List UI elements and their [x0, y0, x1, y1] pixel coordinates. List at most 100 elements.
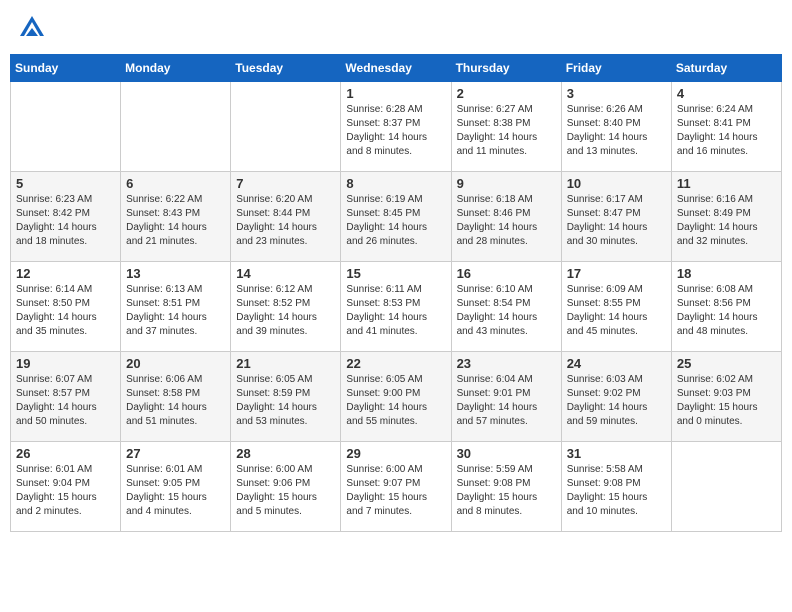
header-day-tuesday: Tuesday [231, 55, 341, 82]
day-cell: 1 Sunrise: 6:28 AM Sunset: 8:37 PM Daylig… [341, 82, 451, 172]
day-info: Sunrise: 6:02 AM Sunset: 9:03 PM Dayligh… [677, 373, 776, 429]
day-cell: 20 Sunrise: 6:06 AM Sunset: 8:58 PM Dayli… [121, 352, 231, 442]
day-number: 15 [346, 266, 445, 281]
day-cell [231, 82, 341, 172]
day-info: Sunrise: 6:20 AM Sunset: 8:44 PM Dayligh… [236, 193, 335, 249]
calendar-header: SundayMondayTuesdayWednesdayThursdayFrid… [11, 55, 782, 82]
day-cell: 22 Sunrise: 6:05 AM Sunset: 9:00 PM Dayli… [341, 352, 451, 442]
day-cell: 27 Sunrise: 6:01 AM Sunset: 9:05 PM Dayli… [121, 442, 231, 532]
day-cell [11, 82, 121, 172]
week-row-2: 5 Sunrise: 6:23 AM Sunset: 8:42 PM Daylig… [11, 172, 782, 262]
week-row-5: 26Sunrise: 6:01 AM Sunset: 9:04 PM Dayli… [11, 442, 782, 532]
day-number: 29 [346, 446, 445, 461]
day-number: 5 [16, 176, 115, 191]
header-row: SundayMondayTuesdayWednesdayThursdayFrid… [11, 55, 782, 82]
day-cell: 26Sunrise: 6:01 AM Sunset: 9:04 PM Dayli… [11, 442, 121, 532]
day-number: 3 [567, 86, 666, 101]
page-header [10, 10, 782, 46]
day-cell [671, 442, 781, 532]
day-cell: 30 Sunrise: 5:59 AM Sunset: 9:08 PM Dayli… [451, 442, 561, 532]
day-number: 6 [126, 176, 225, 191]
day-cell: 19 Sunrise: 6:07 AM Sunset: 8:57 PM Dayli… [11, 352, 121, 442]
day-info: Sunrise: 6:05 AM Sunset: 8:59 PM Dayligh… [236, 373, 335, 429]
day-number: 25 [677, 356, 776, 371]
header-day-friday: Friday [561, 55, 671, 82]
header-day-sunday: Sunday [11, 55, 121, 82]
day-cell: 2 Sunrise: 6:27 AM Sunset: 8:38 PM Daylig… [451, 82, 561, 172]
day-info: Sunrise: 6:01 AM Sunset: 9:04 PM Dayligh… [16, 463, 115, 519]
day-cell: 16 Sunrise: 6:10 AM Sunset: 8:54 PM Dayli… [451, 262, 561, 352]
day-info: Sunrise: 6:24 AM Sunset: 8:41 PM Dayligh… [677, 103, 776, 159]
day-info: Sunrise: 6:00 AM Sunset: 9:07 PM Dayligh… [346, 463, 445, 519]
day-info: Sunrise: 6:16 AM Sunset: 8:49 PM Dayligh… [677, 193, 776, 249]
day-info: Sunrise: 6:08 AM Sunset: 8:56 PM Dayligh… [677, 283, 776, 339]
day-number: 7 [236, 176, 335, 191]
day-number: 8 [346, 176, 445, 191]
day-info: Sunrise: 6:06 AM Sunset: 8:58 PM Dayligh… [126, 373, 225, 429]
day-info: Sunrise: 5:58 AM Sunset: 9:08 PM Dayligh… [567, 463, 666, 519]
day-number: 19 [16, 356, 115, 371]
day-number: 9 [457, 176, 556, 191]
day-info: Sunrise: 6:03 AM Sunset: 9:02 PM Dayligh… [567, 373, 666, 429]
day-cell: 12Sunrise: 6:14 AM Sunset: 8:50 PM Dayli… [11, 262, 121, 352]
day-cell: 15 Sunrise: 6:11 AM Sunset: 8:53 PM Dayli… [341, 262, 451, 352]
day-number: 22 [346, 356, 445, 371]
day-cell: 14Sunrise: 6:12 AM Sunset: 8:52 PM Dayli… [231, 262, 341, 352]
day-cell: 10 Sunrise: 6:17 AM Sunset: 8:47 PM Dayli… [561, 172, 671, 262]
day-info: Sunrise: 6:11 AM Sunset: 8:53 PM Dayligh… [346, 283, 445, 339]
day-cell: 18 Sunrise: 6:08 AM Sunset: 8:56 PM Dayli… [671, 262, 781, 352]
day-info: Sunrise: 6:23 AM Sunset: 8:42 PM Dayligh… [16, 193, 115, 249]
week-row-4: 19 Sunrise: 6:07 AM Sunset: 8:57 PM Dayli… [11, 352, 782, 442]
day-number: 16 [457, 266, 556, 281]
day-info: Sunrise: 6:04 AM Sunset: 9:01 PM Dayligh… [457, 373, 556, 429]
day-cell: 17Sunrise: 6:09 AM Sunset: 8:55 PM Dayli… [561, 262, 671, 352]
day-number: 13 [126, 266, 225, 281]
day-cell: 8Sunrise: 6:19 AM Sunset: 8:45 PM Daylig… [341, 172, 451, 262]
logo [18, 14, 50, 42]
day-cell: 3 Sunrise: 6:26 AM Sunset: 8:40 PM Daylig… [561, 82, 671, 172]
day-cell: 13 Sunrise: 6:13 AM Sunset: 8:51 PM Dayli… [121, 262, 231, 352]
day-info: Sunrise: 6:17 AM Sunset: 8:47 PM Dayligh… [567, 193, 666, 249]
day-cell [121, 82, 231, 172]
day-number: 18 [677, 266, 776, 281]
day-number: 10 [567, 176, 666, 191]
day-info: Sunrise: 6:01 AM Sunset: 9:05 PM Dayligh… [126, 463, 225, 519]
day-cell: 7 Sunrise: 6:20 AM Sunset: 8:44 PM Daylig… [231, 172, 341, 262]
day-cell: 28 Sunrise: 6:00 AM Sunset: 9:06 PM Dayli… [231, 442, 341, 532]
day-number: 31 [567, 446, 666, 461]
day-info: Sunrise: 6:22 AM Sunset: 8:43 PM Dayligh… [126, 193, 225, 249]
day-number: 28 [236, 446, 335, 461]
day-info: Sunrise: 6:18 AM Sunset: 8:46 PM Dayligh… [457, 193, 556, 249]
day-info: Sunrise: 6:14 AM Sunset: 8:50 PM Dayligh… [16, 283, 115, 339]
day-cell: 23Sunrise: 6:04 AM Sunset: 9:01 PM Dayli… [451, 352, 561, 442]
calendar-body: 1 Sunrise: 6:28 AM Sunset: 8:37 PM Daylig… [11, 82, 782, 532]
day-cell: 25 Sunrise: 6:02 AM Sunset: 9:03 PM Dayli… [671, 352, 781, 442]
day-info: Sunrise: 6:27 AM Sunset: 8:38 PM Dayligh… [457, 103, 556, 159]
day-number: 24 [567, 356, 666, 371]
day-number: 17 [567, 266, 666, 281]
day-info: Sunrise: 6:05 AM Sunset: 9:00 PM Dayligh… [346, 373, 445, 429]
header-day-saturday: Saturday [671, 55, 781, 82]
day-info: Sunrise: 6:07 AM Sunset: 8:57 PM Dayligh… [16, 373, 115, 429]
day-info: Sunrise: 6:00 AM Sunset: 9:06 PM Dayligh… [236, 463, 335, 519]
day-cell: 4 Sunrise: 6:24 AM Sunset: 8:41 PM Daylig… [671, 82, 781, 172]
day-info: Sunrise: 6:10 AM Sunset: 8:54 PM Dayligh… [457, 283, 556, 339]
day-number: 4 [677, 86, 776, 101]
day-cell: 29 Sunrise: 6:00 AM Sunset: 9:07 PM Dayli… [341, 442, 451, 532]
day-number: 20 [126, 356, 225, 371]
day-cell: 9 Sunrise: 6:18 AM Sunset: 8:46 PM Daylig… [451, 172, 561, 262]
day-info: Sunrise: 6:28 AM Sunset: 8:37 PM Dayligh… [346, 103, 445, 159]
day-info: Sunrise: 6:26 AM Sunset: 8:40 PM Dayligh… [567, 103, 666, 159]
day-info: Sunrise: 6:13 AM Sunset: 8:51 PM Dayligh… [126, 283, 225, 339]
day-number: 2 [457, 86, 556, 101]
week-row-1: 1 Sunrise: 6:28 AM Sunset: 8:37 PM Daylig… [11, 82, 782, 172]
day-number: 27 [126, 446, 225, 461]
day-number: 14 [236, 266, 335, 281]
header-day-wednesday: Wednesday [341, 55, 451, 82]
logo-icon [18, 14, 46, 42]
day-cell: 24 Sunrise: 6:03 AM Sunset: 9:02 PM Dayli… [561, 352, 671, 442]
day-info: Sunrise: 5:59 AM Sunset: 9:08 PM Dayligh… [457, 463, 556, 519]
day-number: 30 [457, 446, 556, 461]
day-cell: 6 Sunrise: 6:22 AM Sunset: 8:43 PM Daylig… [121, 172, 231, 262]
day-number: 1 [346, 86, 445, 101]
